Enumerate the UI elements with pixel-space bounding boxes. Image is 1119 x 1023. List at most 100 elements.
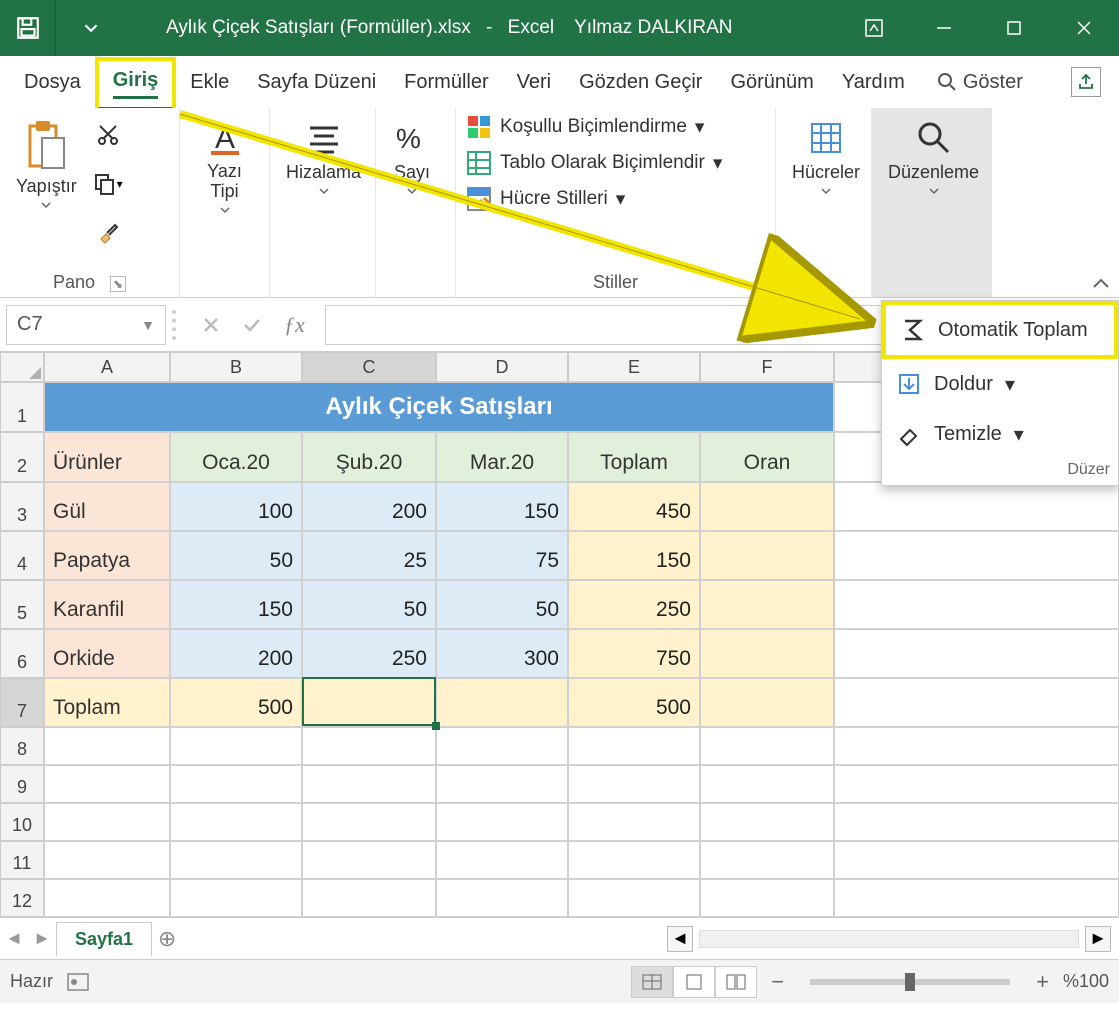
sheet-nav-next[interactable]: ►: [28, 928, 56, 949]
share-button[interactable]: [1071, 67, 1101, 97]
cell-A6[interactable]: Orkide: [44, 629, 170, 678]
fill-handle[interactable]: [432, 722, 440, 730]
cell-B5[interactable]: 150: [170, 580, 302, 629]
blank-cell[interactable]: [834, 727, 1119, 765]
blank-cell[interactable]: [834, 841, 1119, 879]
cell-E7[interactable]: 500: [568, 678, 700, 727]
blank-cell[interactable]: [834, 678, 1119, 727]
tab-yardim[interactable]: Yardım: [828, 63, 919, 102]
cell-F9[interactable]: [700, 765, 834, 803]
blank-cell[interactable]: [834, 629, 1119, 678]
cell-B3[interactable]: 100: [170, 482, 302, 531]
tab-dosya[interactable]: Dosya: [10, 63, 95, 102]
tab-gorunum[interactable]: Görünüm: [716, 63, 827, 102]
number-button[interactable]: % Sayı: [386, 114, 438, 254]
cell-F4[interactable]: [700, 531, 834, 580]
col-header-E[interactable]: E: [568, 352, 700, 382]
tab-gozden-gecir[interactable]: Gözden Geçir: [565, 63, 716, 102]
cell-F6[interactable]: [700, 629, 834, 678]
cell-B9[interactable]: [170, 765, 302, 803]
format-painter-button[interactable]: [93, 218, 123, 248]
row-header-3[interactable]: 3: [0, 482, 44, 531]
scroll-track[interactable]: [699, 930, 1079, 948]
cell-D3[interactable]: 150: [436, 482, 568, 531]
cell-F3[interactable]: [700, 482, 834, 531]
cell-C7[interactable]: [302, 678, 436, 727]
row-header-8[interactable]: 8: [0, 727, 44, 765]
alignment-button[interactable]: Hizalama: [280, 114, 367, 254]
header-urunler[interactable]: Ürünler: [44, 432, 170, 482]
macro-record-button[interactable]: [67, 973, 89, 991]
row-header-1[interactable]: 1: [0, 382, 44, 432]
cell-A9[interactable]: [44, 765, 170, 803]
row-header-4[interactable]: 4: [0, 531, 44, 580]
clear-button[interactable]: Temizle▾: [882, 409, 1118, 459]
cell-B12[interactable]: [170, 879, 302, 917]
tab-formuller[interactable]: Formüller: [390, 63, 502, 102]
cell-A7[interactable]: Toplam: [44, 678, 170, 727]
select-all-corner[interactable]: [0, 352, 44, 382]
cell-E3[interactable]: 450: [568, 482, 700, 531]
sheet-tab-active[interactable]: Sayfa1: [56, 922, 152, 956]
new-sheet-button[interactable]: ⊕: [152, 926, 182, 952]
row-header-9[interactable]: 9: [0, 765, 44, 803]
zoom-in-button[interactable]: +: [1036, 969, 1049, 995]
cell-D10[interactable]: [436, 803, 568, 841]
cell-C8[interactable]: [302, 727, 436, 765]
name-box[interactable]: C7 ▼: [6, 305, 166, 345]
cell-C10[interactable]: [302, 803, 436, 841]
cell-A8[interactable]: [44, 727, 170, 765]
cell-E11[interactable]: [568, 841, 700, 879]
cell-A10[interactable]: [44, 803, 170, 841]
header-oca[interactable]: Oca.20: [170, 432, 302, 482]
cut-button[interactable]: [93, 120, 123, 150]
maximize-button[interactable]: [979, 0, 1049, 56]
conditional-formatting-button[interactable]: Koşullu Biçimlendirme▾: [466, 114, 765, 140]
scroll-left-button[interactable]: ◄: [667, 926, 693, 952]
tab-sayfa-duzeni[interactable]: Sayfa Düzeni: [243, 63, 390, 102]
blank-cell[interactable]: [834, 879, 1119, 917]
blank-cell[interactable]: [834, 531, 1119, 580]
row-header-11[interactable]: 11: [0, 841, 44, 879]
cell-F11[interactable]: [700, 841, 834, 879]
cell-B7[interactable]: 500: [170, 678, 302, 727]
fill-button[interactable]: Doldur▾: [882, 359, 1118, 409]
cell-E6[interactable]: 750: [568, 629, 700, 678]
accept-formula-button[interactable]: [242, 316, 262, 334]
cells-button[interactable]: Hücreler: [786, 114, 866, 254]
cell-C3[interactable]: 200: [302, 482, 436, 531]
tab-veri[interactable]: Veri: [503, 63, 565, 102]
cell-B10[interactable]: [170, 803, 302, 841]
horizontal-scrollbar[interactable]: ◄ ►: [667, 926, 1111, 952]
pano-dialog-launcher[interactable]: ⬊: [110, 276, 126, 292]
cell-D8[interactable]: [436, 727, 568, 765]
zoom-slider[interactable]: [810, 979, 1010, 985]
minimize-button[interactable]: [909, 0, 979, 56]
header-toplam[interactable]: Toplam: [568, 432, 700, 482]
zoom-out-button[interactable]: −: [771, 969, 784, 995]
col-header-A[interactable]: A: [44, 352, 170, 382]
cell-E5[interactable]: 250: [568, 580, 700, 629]
normal-view-button[interactable]: [631, 966, 673, 998]
cell-E10[interactable]: [568, 803, 700, 841]
row-header-10[interactable]: 10: [0, 803, 44, 841]
col-header-F[interactable]: F: [700, 352, 834, 382]
paste-button[interactable]: Yapıştır: [10, 114, 83, 254]
header-oran[interactable]: Oran: [700, 432, 834, 482]
header-mar[interactable]: Mar.20: [436, 432, 568, 482]
cell-B4[interactable]: 50: [170, 531, 302, 580]
cell-D9[interactable]: [436, 765, 568, 803]
cell-A5[interactable]: Karanfil: [44, 580, 170, 629]
cell-B11[interactable]: [170, 841, 302, 879]
col-header-C[interactable]: C: [302, 352, 436, 382]
cell-F10[interactable]: [700, 803, 834, 841]
blank-cell[interactable]: [834, 803, 1119, 841]
cell-E4[interactable]: 150: [568, 531, 700, 580]
blank-cell[interactable]: [834, 580, 1119, 629]
cell-D6[interactable]: 300: [436, 629, 568, 678]
cell-F7[interactable]: [700, 678, 834, 727]
scroll-right-button[interactable]: ►: [1085, 926, 1111, 952]
cell-F8[interactable]: [700, 727, 834, 765]
copy-button[interactable]: ▾: [93, 169, 123, 199]
row-header-5[interactable]: 5: [0, 580, 44, 629]
